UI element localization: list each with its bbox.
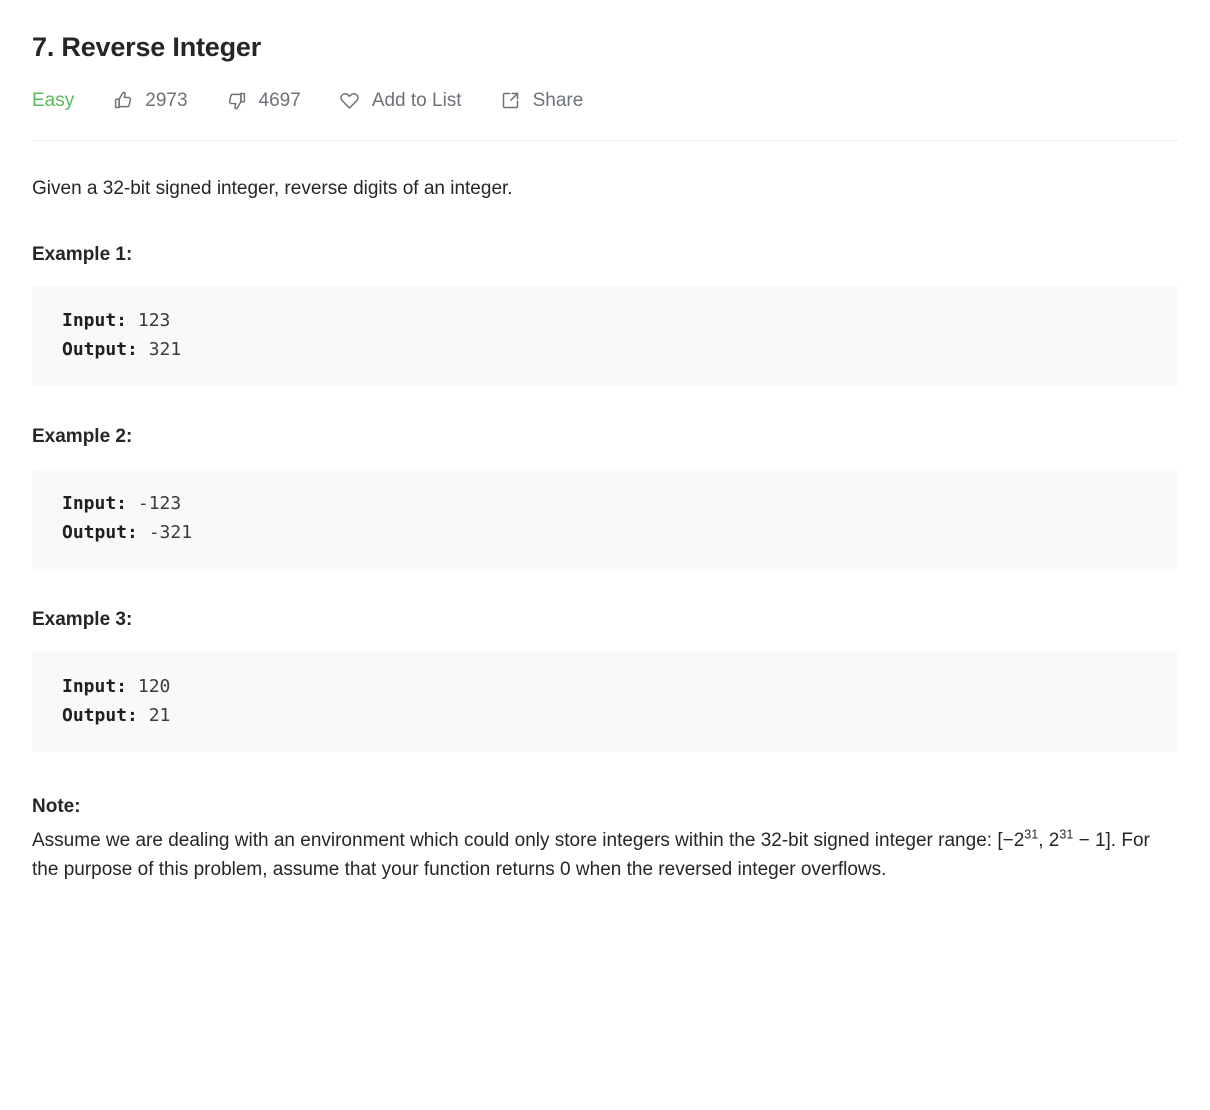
example-1-input-line: Input: 123: [62, 306, 1178, 335]
share-button[interactable]: Share: [500, 89, 584, 111]
output-value: 321: [148, 339, 182, 361]
difficulty-badge: Easy: [32, 89, 75, 111]
header-divider: [32, 140, 1178, 142]
example-3-codeblock: Input: 120 Output: 21: [32, 651, 1178, 753]
thumbs-down-icon: [226, 89, 248, 111]
page-title: 7. Reverse Integer: [32, 32, 262, 62]
share-label: Share: [532, 89, 584, 111]
input-label: Input:: [62, 493, 128, 515]
like-count: 2973: [145, 89, 188, 111]
problem-content: Given a 32-bit signed integer, reverse d…: [32, 174, 1178, 885]
thumbs-up-icon: [112, 89, 134, 111]
share-icon: [500, 89, 522, 111]
problem-meta-row: Easy 2973 4697 Add to List Share: [32, 86, 1178, 114]
output-label: Output:: [62, 522, 138, 544]
example-2-input-line: Input: -123: [62, 489, 1178, 518]
example-2-heading: Example 2:: [32, 426, 133, 448]
note-text-part-1: Assume we are dealing with an environmen…: [32, 829, 1025, 851]
example-1-output-line: Output: 321: [62, 335, 1178, 364]
dislike-count: 4697: [258, 89, 301, 111]
example-3-heading: Example 3:: [32, 609, 133, 631]
output-value: -321: [148, 522, 193, 544]
example-3-output-line: Output: 21: [62, 701, 1178, 730]
note-heading: Note:: [32, 796, 81, 818]
example-1-codeblock: Input: 123 Output: 321: [32, 286, 1178, 387]
like-button[interactable]: 2973: [112, 89, 188, 111]
heart-icon: [339, 89, 361, 111]
example-1-heading: Example 1:: [32, 243, 133, 265]
add-to-list-label: Add to List: [371, 89, 462, 111]
example-2-output-line: Output: -321: [62, 518, 1178, 547]
output-label: Output:: [62, 339, 138, 361]
note-text-part-2: , 2: [1038, 829, 1060, 851]
example-3-input-line: Input: 120: [62, 672, 1178, 701]
example-2-codeblock: Input: -123 Output: -321: [32, 469, 1178, 570]
input-value: 120: [137, 675, 171, 697]
note-exponent-2: 31: [1059, 827, 1074, 842]
output-label: Output:: [62, 705, 138, 727]
add-to-list-button[interactable]: Add to List: [339, 89, 462, 111]
output-value: 21: [148, 705, 171, 727]
input-label: Input:: [62, 675, 128, 697]
problem-description: Given a 32-bit signed integer, reverse d…: [32, 178, 513, 200]
dislike-button[interactable]: 4697: [226, 89, 301, 111]
input-value: 123: [137, 310, 171, 332]
input-label: Input:: [62, 310, 128, 332]
problem-page: 7. Reverse Integer Easy 2973 4697 Add to…: [0, 0, 1210, 885]
note-exponent-1: 31: [1024, 827, 1039, 842]
input-value: -123: [137, 493, 182, 515]
note-body: Assume we are dealing with an environmen…: [32, 826, 1177, 885]
